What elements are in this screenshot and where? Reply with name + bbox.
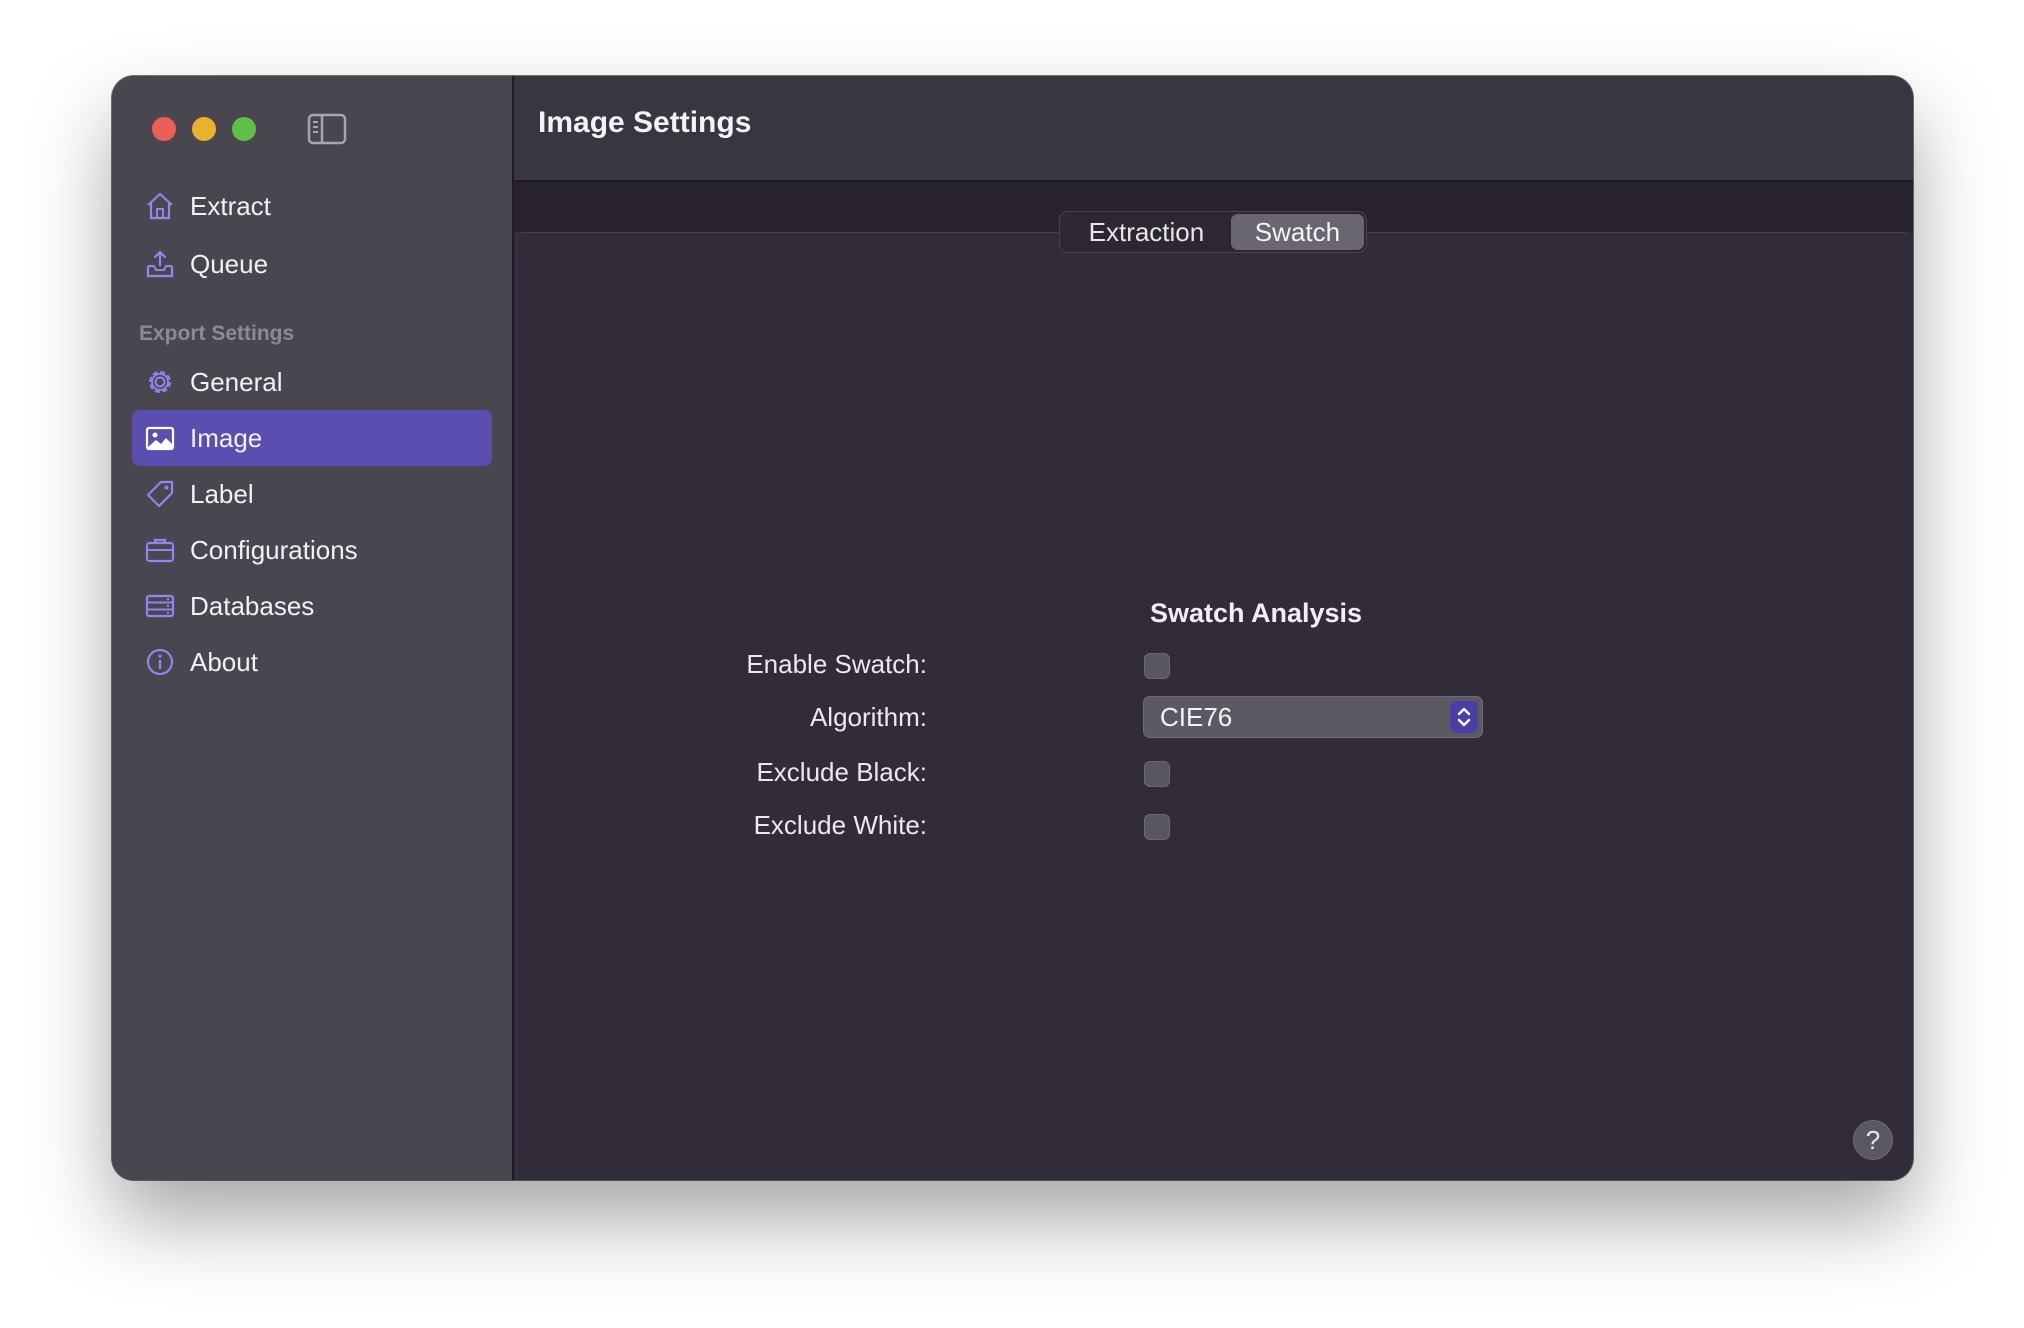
server-rack-icon — [144, 590, 176, 622]
exclude-white-label: Exclude White: — [753, 810, 927, 840]
gear-icon — [144, 366, 176, 398]
sidebar-item-extract[interactable]: Extract — [132, 178, 492, 234]
sidebar-item-general[interactable]: General — [132, 354, 492, 410]
sidebar-item-label-settings[interactable]: Label — [132, 466, 492, 522]
close-window-button[interactable] — [152, 117, 176, 141]
exclude-black-checkbox[interactable] — [1144, 761, 1170, 787]
sidebar-item-image[interactable]: Image — [132, 410, 492, 466]
sidebar-item-label: Databases — [190, 590, 315, 621]
enable-swatch-checkbox[interactable] — [1144, 653, 1170, 679]
sidebar-item-label: Queue — [190, 248, 269, 279]
form-section-title: Swatch Analysis — [1149, 598, 1363, 628]
sidebar-item-queue[interactable]: Queue — [132, 236, 492, 292]
minimize-window-button[interactable] — [192, 117, 216, 141]
house-icon — [144, 190, 176, 222]
exclude-white-checkbox[interactable] — [1144, 814, 1170, 840]
algorithm-select[interactable]: CIE76 — [1143, 696, 1483, 738]
zoom-window-button[interactable] — [232, 117, 256, 141]
algorithm-label: Algorithm: — [809, 702, 927, 732]
sidebar-item-label: Image — [190, 422, 263, 453]
exclude-black-label: Exclude Black: — [756, 757, 927, 787]
tab-swatch[interactable]: Swatch — [1230, 214, 1364, 250]
briefcase-icon — [144, 534, 176, 566]
sidebar-item-label: About — [190, 646, 258, 677]
chevron-up-down-icon — [1450, 701, 1478, 733]
app-window: Extract Queue Export Settings General Im… — [112, 76, 1913, 1180]
sidebar-section-label: Export Settings — [139, 322, 295, 345]
tray-upload-icon — [144, 248, 176, 280]
sidebar-toggle-icon[interactable] — [307, 112, 347, 146]
info-icon — [144, 646, 176, 678]
main-header: Image Settings — [514, 76, 1913, 182]
tag-icon — [144, 478, 176, 510]
tab-bar: Extraction Swatch — [1059, 211, 1367, 253]
algorithm-select-value: CIE76 — [1160, 702, 1233, 732]
sidebar-item-label: Label — [190, 478, 254, 509]
page-title: Image Settings — [538, 106, 752, 139]
enable-swatch-label: Enable Swatch: — [746, 649, 927, 679]
sidebar-item-label: General — [190, 366, 283, 397]
sidebar-item-label: Extract — [190, 190, 271, 221]
sidebar-item-databases[interactable]: Databases — [132, 578, 492, 634]
help-button[interactable]: ? — [1853, 1120, 1893, 1160]
sidebar-item-configurations[interactable]: Configurations — [132, 522, 492, 578]
sidebar-item-label: Configurations — [190, 534, 358, 565]
sidebar: Extract Queue Export Settings General Im… — [112, 76, 514, 1180]
tab-extraction[interactable]: Extraction — [1062, 214, 1231, 250]
photo-icon — [144, 422, 176, 454]
sidebar-item-about[interactable]: About — [132, 634, 492, 690]
